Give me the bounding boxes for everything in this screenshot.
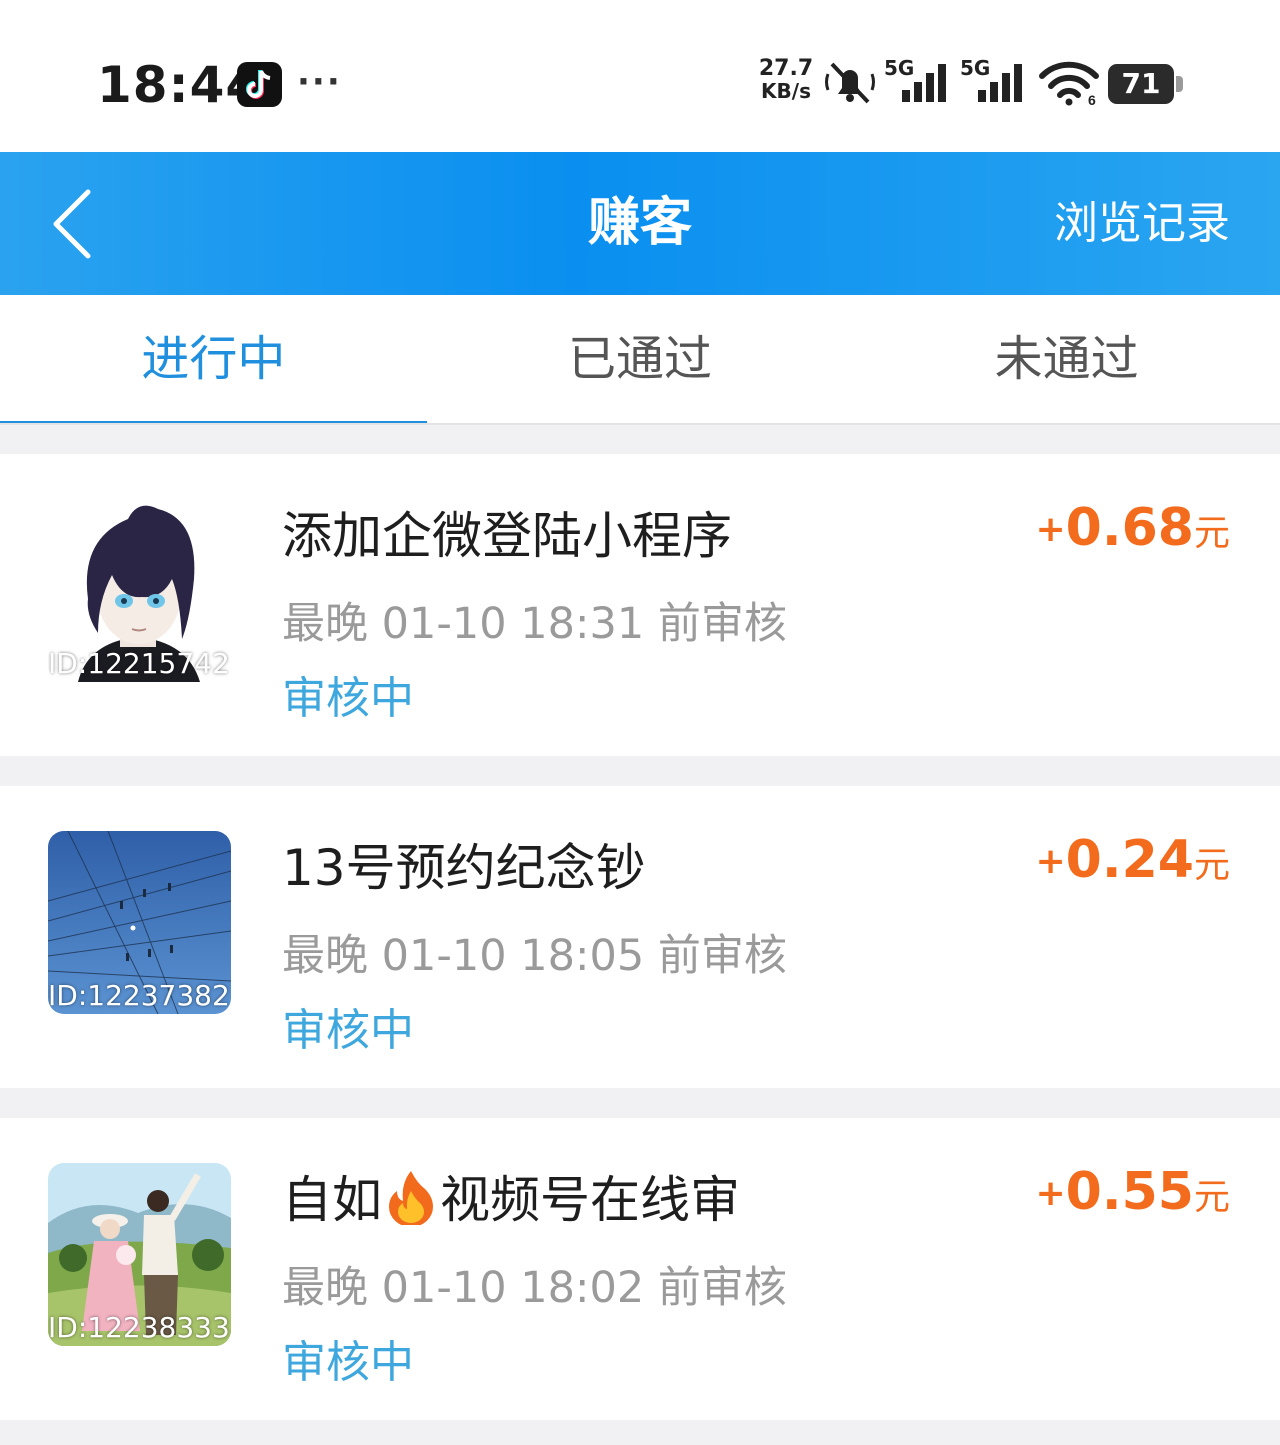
status-tabs: 进行中 已通过 未通过 — [0, 295, 1280, 425]
tabs-divider — [0, 423, 1280, 425]
browse-history-button[interactable]: 浏览记录 — [1054, 152, 1230, 295]
task-reward: +0.24元 — [1036, 830, 1231, 890]
task-status: 审核中 — [282, 1005, 414, 1056]
reward-unit: 元 — [1193, 513, 1230, 554]
reward-unit: 元 — [1193, 845, 1230, 886]
tiktok-icon — [237, 62, 282, 107]
task-title: 添加企微登陆小程序 — [282, 507, 732, 565]
chevron-left-icon — [53, 189, 91, 259]
task-reward: +0.68元 — [1036, 498, 1231, 558]
svg-text:6: 6 — [1088, 92, 1096, 106]
net-speed: 27.7 KB/s — [756, 56, 816, 103]
task-thumbnail: ID:12215742 — [48, 499, 231, 682]
task-status: 审核中 — [282, 1337, 414, 1388]
reward-plus: + — [1035, 1173, 1066, 1214]
task-card[interactable]: ID:12215742 添加企微登陆小程序 最晚 01-10 18:31 前审核… — [0, 454, 1280, 756]
battery-cap — [1176, 76, 1183, 92]
reward-value: 0.55 — [1065, 1162, 1194, 1222]
status-bar: 18:44 ··· 27.7 KB/s 5G 5G 6 71 — [0, 0, 1280, 152]
task-title-suffix: 视频号在线审 — [440, 1171, 740, 1229]
back-button[interactable] — [40, 182, 120, 267]
task-deadline: 最晚 01-10 18:05 前审核 — [282, 931, 787, 981]
reward-unit: 元 — [1193, 1177, 1230, 1218]
tab-rejected[interactable]: 未通过 — [853, 295, 1280, 425]
fire-icon — [389, 1171, 433, 1225]
app-header: 赚客 浏览记录 — [0, 152, 1280, 295]
task-deadline: 最晚 01-10 18:02 前审核 — [282, 1263, 787, 1313]
thumbnail-id: ID:12215742 — [48, 647, 230, 680]
task-title-prefix: 自如 — [282, 1171, 382, 1229]
task-title: 自如 视频号在线审 — [282, 1160, 740, 1232]
net-speed-unit: KB/s — [761, 79, 811, 103]
wifi-icon: 6 — [1038, 60, 1100, 110]
reward-value: 0.68 — [1065, 498, 1194, 558]
mute-icon — [822, 58, 878, 112]
task-status: 审核中 — [282, 673, 414, 724]
task-card[interactable]: ID:12237382 13号预约纪念钞 最晚 01-10 18:05 前审核 … — [0, 786, 1280, 1088]
task-reward: +0.55元 — [1036, 1162, 1231, 1222]
task-thumbnail: ID:12237382 — [48, 831, 231, 1014]
task-deadline: 最晚 01-10 18:31 前审核 — [282, 599, 787, 649]
battery-icon: 71 — [1108, 64, 1174, 104]
reward-plus: + — [1035, 509, 1066, 550]
more-notifications-icon: ··· — [297, 62, 342, 102]
task-title: 13号预约纪念钞 — [282, 839, 646, 897]
task-card[interactable]: ID:12238333 自如 视频号在线审 最晚 01-10 18:02 前审核… — [0, 1118, 1280, 1420]
net-speed-value: 27.7 — [758, 56, 814, 81]
reward-value: 0.24 — [1065, 830, 1194, 890]
tab-in-progress[interactable]: 进行中 — [0, 295, 427, 425]
thumbnail-id: ID:12238333 — [48, 1311, 230, 1344]
tab-approved[interactable]: 已通过 — [427, 295, 854, 425]
task-thumbnail: ID:12238333 — [48, 1163, 231, 1346]
reward-plus: + — [1035, 841, 1066, 882]
thumbnail-id: ID:12237382 — [48, 979, 230, 1012]
